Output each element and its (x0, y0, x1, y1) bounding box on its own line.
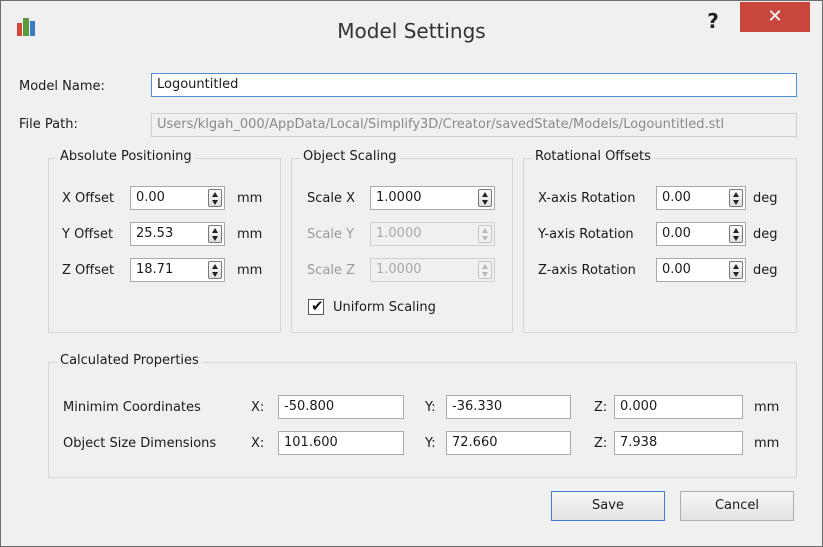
help-button[interactable]: ? (698, 9, 728, 37)
x-offset-value: 0.00 (136, 190, 165, 205)
min-y-field[interactable]: -36.330 (446, 395, 571, 419)
title-bar: Model Settings ? ✕ (1, 1, 822, 59)
z-axis-rotation-value: 0.00 (662, 262, 691, 277)
file-path-label: File Path: (19, 117, 78, 132)
x-offset-spinbox[interactable]: 0.00 (130, 186, 225, 210)
z-offset-value: 18.71 (136, 262, 174, 277)
z-offset-label: Z Offset (62, 263, 115, 278)
rotational-offsets-title: Rotational Offsets (532, 149, 654, 164)
size-x-field[interactable]: 101.600 (278, 431, 404, 455)
object-size-label: Object Size Dimensions (63, 436, 217, 451)
uniform-scaling-label[interactable]: Uniform Scaling (333, 300, 436, 315)
y-offset-spinbox[interactable]: 25.53 (130, 222, 225, 246)
scale-x-spinbox[interactable]: 1.0000 (370, 186, 495, 210)
min-y-label: Y: (425, 400, 436, 415)
spin-arrows-icon[interactable] (729, 261, 743, 279)
min-z-field[interactable]: 0.000 (614, 395, 743, 419)
min-coordinates-label: Minimim Coordinates (63, 400, 201, 415)
scale-z-spinbox[interactable]: 1.0000 (370, 258, 495, 282)
file-path-field[interactable]: Users/klgah_000/AppData/Local/Simplify3D… (151, 113, 797, 137)
y-axis-rotation-unit: deg (753, 227, 778, 242)
y-offset-unit: mm (237, 227, 263, 242)
x-axis-rotation-label: X-axis Rotation (538, 191, 636, 206)
spin-arrows-icon[interactable] (208, 261, 222, 279)
z-axis-rotation-spinbox[interactable]: 0.00 (656, 258, 746, 282)
x-axis-rotation-unit: deg (753, 191, 778, 206)
x-axis-rotation-spinbox[interactable]: 0.00 (656, 186, 746, 210)
min-x-label: X: (251, 400, 265, 415)
min-x-field[interactable]: -50.800 (278, 395, 404, 419)
spin-arrows-icon[interactable] (478, 225, 492, 243)
size-y-label: Y: (425, 436, 436, 451)
spin-arrows-icon[interactable] (208, 225, 222, 243)
scale-y-spinbox[interactable]: 1.0000 (370, 222, 495, 246)
y-axis-rotation-spinbox[interactable]: 0.00 (656, 222, 746, 246)
spin-arrows-icon[interactable] (478, 261, 492, 279)
model-name-label: Model Name: (19, 79, 105, 94)
scale-y-value: 1.0000 (376, 226, 422, 241)
cancel-button[interactable]: Cancel (680, 491, 794, 521)
z-offset-spinbox[interactable]: 18.71 (130, 258, 225, 282)
size-unit: mm (754, 436, 780, 451)
absolute-positioning-title: Absolute Positioning (57, 149, 195, 164)
z-offset-unit: mm (237, 263, 263, 278)
model-name-input[interactable]: Logountitled (151, 73, 797, 97)
min-unit: mm (754, 400, 780, 415)
scale-x-value: 1.0000 (376, 190, 422, 205)
calculated-properties-group (48, 362, 797, 478)
y-axis-rotation-value: 0.00 (662, 226, 691, 241)
spin-arrows-icon[interactable] (729, 225, 743, 243)
uniform-scaling-checkbox[interactable]: ✔ (308, 297, 324, 315)
scale-x-label: Scale X (307, 191, 356, 206)
size-x-label: X: (251, 436, 265, 451)
y-offset-value: 25.53 (136, 226, 174, 241)
size-z-label: Z: (594, 436, 608, 451)
checkmark-icon: ✔ (311, 297, 324, 315)
y-axis-rotation-label: Y-axis Rotation (538, 227, 634, 242)
model-settings-window: Model Settings ? ✕ Model Name: Logountit… (0, 0, 823, 547)
scale-z-label: Scale Z (307, 263, 356, 278)
x-axis-rotation-value: 0.00 (662, 190, 691, 205)
calculated-properties-title: Calculated Properties (57, 353, 202, 368)
spin-arrows-icon[interactable] (478, 189, 492, 207)
scale-y-label: Scale Y (307, 227, 355, 242)
x-offset-label: X Offset (62, 191, 115, 206)
x-offset-unit: mm (237, 191, 263, 206)
y-offset-label: Y Offset (62, 227, 114, 242)
z-axis-rotation-unit: deg (753, 263, 778, 278)
object-scaling-title: Object Scaling (300, 149, 400, 164)
z-axis-rotation-label: Z-axis Rotation (538, 263, 636, 278)
size-z-field[interactable]: 7.938 (614, 431, 743, 455)
close-button[interactable]: ✕ (740, 2, 810, 32)
min-z-label: Z: (594, 400, 608, 415)
spin-arrows-icon[interactable] (729, 189, 743, 207)
size-y-field[interactable]: 72.660 (446, 431, 571, 455)
save-button[interactable]: Save (551, 491, 665, 521)
scale-z-value: 1.0000 (376, 262, 422, 277)
spin-arrows-icon[interactable] (208, 189, 222, 207)
